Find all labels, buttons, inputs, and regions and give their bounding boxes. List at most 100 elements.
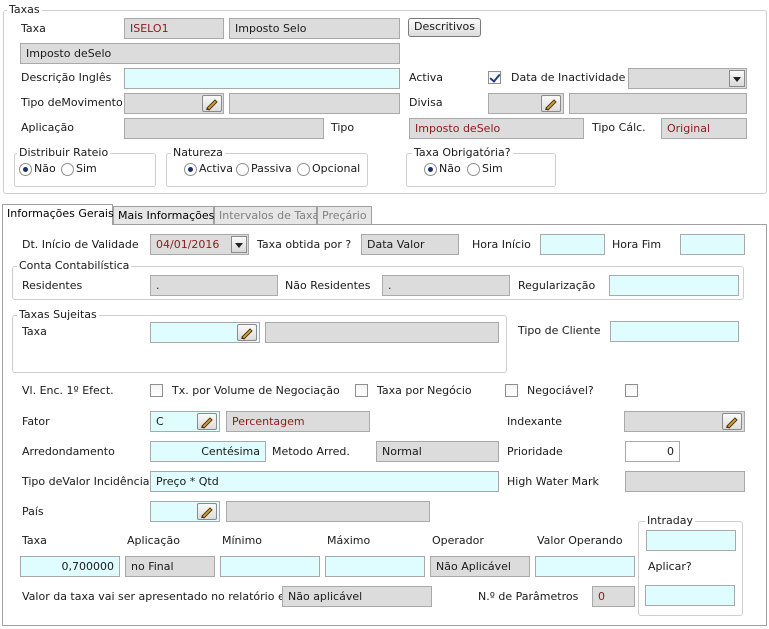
- maximo-input[interactable]: [325, 556, 425, 577]
- tx-volume-checkbox[interactable]: [355, 384, 368, 397]
- negociavel-checkbox[interactable]: [625, 384, 638, 397]
- data-inactividade-label: Data de Inactividade: [511, 71, 626, 84]
- aplicar-input[interactable]: [645, 585, 735, 606]
- valor-relatorio-field[interactable]: Não aplicável: [282, 586, 432, 607]
- metodo-arred-field[interactable]: Normal: [376, 441, 499, 462]
- indexante-picker-icon[interactable]: [722, 413, 742, 430]
- fator-name-field[interactable]: Percentagem: [226, 411, 370, 432]
- tipo-cliente-input[interactable]: [610, 321, 739, 342]
- descricao-ingles-input[interactable]: [124, 68, 400, 89]
- residentes-label: Residentes: [22, 279, 83, 292]
- aplicacao-field[interactable]: [124, 118, 324, 139]
- taxa-negocio-checkbox[interactable]: [505, 384, 518, 397]
- regularizacao-input[interactable]: [609, 275, 739, 296]
- natureza-opcional-label: Opcional: [312, 162, 361, 175]
- taxas-sujeitas-title: Taxas Sujeitas: [17, 308, 99, 321]
- header-minimo: Mínimo: [222, 534, 263, 547]
- distribuir-rateio-title: Distribuir Rateio: [17, 146, 111, 159]
- conta-contabilistica-title: Conta Contabilística: [17, 259, 132, 272]
- indexante-label: Indexante: [507, 415, 563, 428]
- fator-picker-icon[interactable]: [197, 413, 217, 430]
- rateio-sim-label: Sim: [76, 162, 97, 175]
- descritivos-button[interactable]: Descritivos: [408, 18, 481, 37]
- tipo-movimento-label: Tipo deMovimento: [21, 96, 123, 109]
- tipo-calc-field[interactable]: Original: [661, 118, 747, 139]
- taxa-code-field[interactable]: ISELO1: [124, 18, 224, 39]
- divisa-picker-icon[interactable]: [541, 95, 561, 112]
- high-water-field[interactable]: [625, 471, 745, 492]
- nao-residentes-field[interactable]: .: [382, 275, 510, 296]
- valor-operando-input[interactable]: [535, 556, 635, 577]
- taxas-sujeitas-name-field[interactable]: [265, 322, 499, 343]
- rateio-nao-label: Não: [34, 162, 56, 175]
- aplicacao-value-field[interactable]: no Final: [125, 556, 215, 577]
- rateio-sim-radio[interactable]: [61, 163, 74, 176]
- header-valor-operando: Valor Operando: [537, 534, 623, 547]
- vl-enc-label: Vl. Enc. 1º Efect.: [22, 384, 114, 397]
- arredondamento-input[interactable]: Centésima: [150, 441, 266, 462]
- regularizacao-label: Regularização: [518, 279, 596, 292]
- taxa-obtida-field[interactable]: Data Valor: [361, 234, 459, 255]
- vl-enc-checkbox[interactable]: [150, 384, 163, 397]
- intraday-input[interactable]: [646, 530, 736, 551]
- tipo-movimento-name[interactable]: [229, 93, 400, 114]
- minimo-input[interactable]: [220, 556, 320, 577]
- pais-label: País: [22, 505, 44, 518]
- prioridade-input[interactable]: 0: [625, 441, 680, 462]
- activa-checkbox[interactable]: [488, 71, 501, 84]
- tx-volume-label: Tx. por Volume de Negociação: [172, 384, 340, 397]
- obrigatoria-sim-label: Sim: [482, 162, 503, 175]
- dt-inicio-dropdown-icon[interactable]: [231, 236, 247, 253]
- nao-residentes-label: Não Residentes: [285, 279, 371, 292]
- natureza-opcional-radio[interactable]: [297, 163, 310, 176]
- num-parametros-label: N.º de Parâmetros: [478, 590, 579, 603]
- valor-relatorio-label: Valor da taxa vai ser apresentado no rel…: [22, 590, 300, 603]
- description-field[interactable]: Imposto deSelo: [20, 43, 400, 64]
- pais-picker-icon[interactable]: [197, 503, 217, 520]
- taxas-sujeitas-taxa-label: Taxa: [22, 325, 47, 338]
- hora-inicio-input[interactable]: [540, 234, 605, 255]
- descricao-ingles-label: Descrição Inglês: [21, 71, 112, 84]
- taxas-sujeitas-picker-icon[interactable]: [237, 324, 257, 341]
- natureza-activa-radio[interactable]: [184, 163, 197, 176]
- taxa-name-field[interactable]: Imposto Selo: [229, 18, 400, 39]
- rateio-nao-radio[interactable]: [19, 163, 32, 176]
- obrigatoria-nao-radio[interactable]: [424, 163, 437, 176]
- intraday-title: Intraday: [645, 514, 696, 527]
- tipo-cliente-label: Tipo de Cliente: [518, 324, 601, 337]
- tab-intervalos-taxa[interactable]: Intervalos de Taxa: [214, 206, 319, 225]
- residentes-field[interactable]: .: [150, 275, 278, 296]
- taxas-group-title: Taxas: [7, 3, 42, 16]
- prioridade-label: Prioridade: [507, 445, 563, 458]
- header-operador: Operador: [432, 534, 484, 547]
- tipo-field[interactable]: Imposto deSelo: [409, 118, 584, 139]
- fator-label: Fator: [22, 415, 50, 428]
- header-aplicacao: Aplicação: [127, 534, 180, 547]
- activa-label: Activa: [409, 71, 443, 84]
- pais-name-field[interactable]: [226, 501, 430, 522]
- tab-precario[interactable]: Preçário: [317, 206, 372, 225]
- taxa-label: Taxa: [21, 22, 46, 35]
- data-inactividade-dropdown-icon[interactable]: [729, 70, 745, 87]
- negociavel-label: Negociável?: [527, 384, 594, 397]
- tipo-valor-input[interactable]: Preço * Qtd: [150, 471, 499, 492]
- header-maximo: Máximo: [327, 534, 371, 547]
- hora-fim-label: Hora Fim: [612, 238, 662, 251]
- tab-mais-informacoes[interactable]: Mais Informações: [113, 206, 214, 225]
- tipo-movimento-picker-icon[interactable]: [202, 95, 222, 112]
- operador-field[interactable]: Não Aplicável: [430, 556, 530, 577]
- divisa-label: Divisa: [409, 96, 443, 109]
- num-parametros-field[interactable]: 0: [592, 586, 635, 607]
- taxa-value-input[interactable]: 0,700000: [20, 556, 120, 577]
- divisa-name[interactable]: [569, 93, 747, 114]
- aplicar-label: Aplicar?: [648, 560, 692, 573]
- tipo-label: Tipo: [331, 121, 355, 134]
- hora-fim-input[interactable]: [680, 234, 745, 255]
- taxa-obtida-label: Taxa obtida por ?: [257, 238, 352, 251]
- tab-informacoes-gerais[interactable]: Informações Gerais: [2, 204, 114, 225]
- high-water-label: High Water Mark: [507, 475, 599, 488]
- taxa-negocio-label: Taxa por Negócio: [377, 384, 472, 397]
- tipo-calc-label: Tipo Cálc.: [592, 121, 646, 134]
- obrigatoria-sim-radio[interactable]: [467, 163, 480, 176]
- natureza-passiva-radio[interactable]: [236, 163, 249, 176]
